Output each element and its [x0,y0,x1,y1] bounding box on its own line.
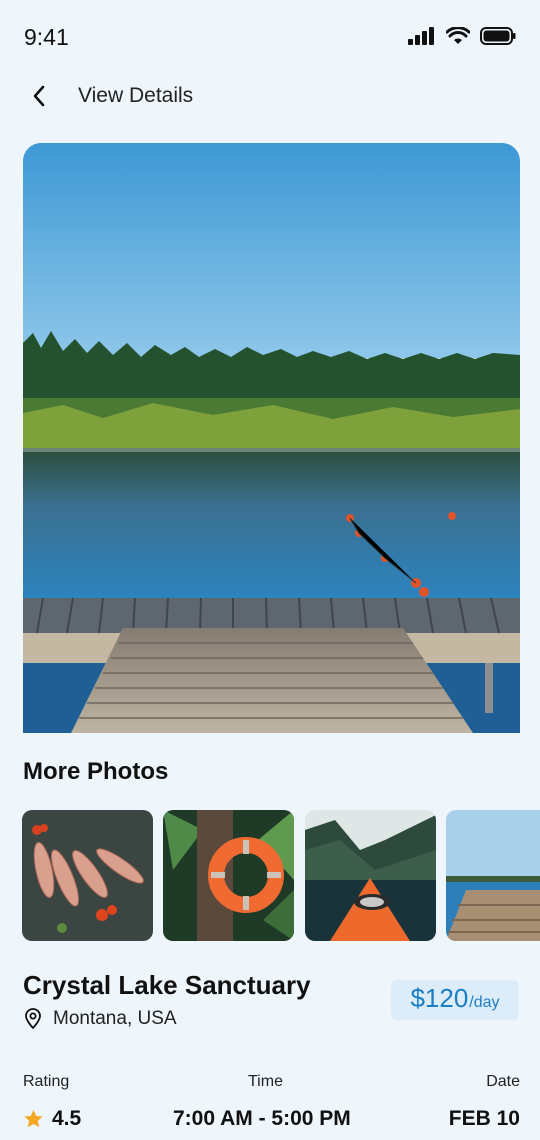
battery-icon [480,27,516,45]
back-arrow-icon [33,85,45,107]
hero-image[interactable] [23,143,520,733]
location-pin-icon [25,1008,41,1029]
time-label: Time [248,1073,283,1090]
lifebuoy-photo [163,810,294,941]
price-value: $120 [410,983,469,1013]
fish-photo [22,810,153,941]
thumbnail-pier[interactable] [446,810,540,941]
date-label: Date [486,1073,520,1090]
info-row: Rating 4.5 Time 7:00 AM - 5:00 PM Date F… [23,1073,520,1140]
thumbnail-kayak[interactable] [305,810,436,941]
location-text: Montana, USA [53,1008,177,1029]
header: View Details [0,72,540,120]
price-badge: $120 /day [391,980,519,1020]
rating-label: Rating [23,1073,70,1090]
signal-icon [408,27,434,45]
pier-photo [446,810,540,941]
status-bar: 9:41 [0,0,540,72]
wifi-icon [446,27,470,44]
page-title: View Details [78,84,194,107]
back-button[interactable] [22,82,56,110]
status-icons [408,27,516,45]
rating: 4.5 [23,1107,81,1131]
thumbnail-lifebuoy[interactable] [163,810,294,941]
photo-gallery[interactable] [22,810,540,942]
price-unit: /day [469,994,500,1011]
more-photos-heading: More Photos [23,758,169,785]
time-value: 7:00 AM - 5:00 PM [173,1107,351,1130]
kayak-photo [305,810,436,941]
rating-value: 4.5 [52,1107,82,1130]
location: Montana, USA [23,1008,177,1030]
star-icon [24,1109,43,1128]
lake-dock-photo [23,143,520,733]
status-time: 9:41 [24,24,69,50]
date-value: FEB 10 [448,1107,520,1130]
thumbnail-fish[interactable] [22,810,153,941]
place-name: Crystal Lake Sanctuary [23,970,311,1000]
